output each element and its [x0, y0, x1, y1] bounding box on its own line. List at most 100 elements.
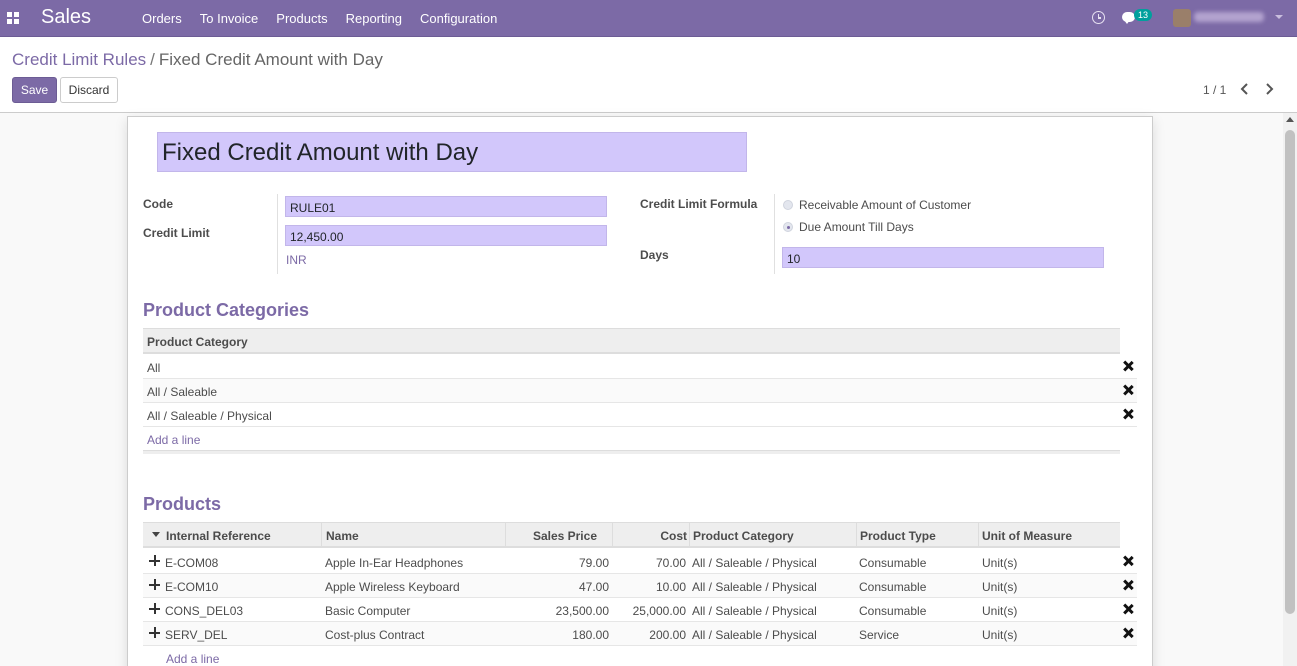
column-header-product-category[interactable]: Product Category: [147, 335, 248, 349]
column-header-unit-of-measure[interactable]: Unit of Measure: [982, 529, 1072, 543]
menu-item-to-invoice[interactable]: To Invoice: [200, 11, 259, 26]
radio-due-amount-checked[interactable]: [783, 222, 793, 232]
products-add-line-link[interactable]: Add a line: [166, 652, 219, 666]
delete-row-icon[interactable]: [1123, 409, 1133, 419]
delete-row-icon[interactable]: [1123, 361, 1133, 371]
product-sales-price: 47.00: [578, 580, 609, 594]
breadcrumb-parent-link[interactable]: Credit Limit Rules: [12, 50, 146, 69]
days-input[interactable]: 10: [782, 247, 1104, 268]
product-name: Cost-plus Contract: [325, 628, 425, 642]
save-button[interactable]: Save: [12, 77, 57, 103]
product-row[interactable]: E-COM10 Apple Wireless Keyboard 47.00 10…: [143, 574, 1137, 598]
app-name[interactable]: Sales: [41, 6, 91, 29]
product-name: Apple Wireless Keyboard: [325, 580, 460, 594]
column-separator: [689, 523, 690, 547]
breadcrumb: Credit Limit Rules / Fixed Credit Amount w…: [12, 50, 383, 70]
drag-handle-icon[interactable]: [149, 603, 160, 614]
drag-handle-icon[interactable]: [149, 579, 160, 590]
activity-clock-icon[interactable]: [1092, 11, 1105, 24]
product-sales-price: 23,500.00: [555, 604, 609, 618]
column-header-name[interactable]: Name: [326, 529, 359, 543]
product-row[interactable]: CONS_DEL03 Basic Computer 23,500.00 25,0…: [143, 598, 1137, 622]
code-input[interactable]: RULE01: [285, 196, 607, 217]
user-avatar[interactable]: [1173, 9, 1191, 27]
product-category: All / Saleable / Physical: [692, 604, 817, 618]
products-table-header: Internal Reference Name Sales Price Cost…: [143, 522, 1120, 548]
radio-receivable[interactable]: [783, 200, 793, 210]
product-type: Consumable: [859, 604, 927, 618]
delete-row-icon[interactable]: [1123, 556, 1133, 566]
product-cost: 25,000.00: [632, 604, 686, 618]
pager-next-icon[interactable]: [1263, 83, 1275, 95]
product-cost: 70.00: [655, 556, 686, 570]
currency-link[interactable]: INR: [286, 253, 307, 267]
credit-limit-input[interactable]: 12,450.00: [285, 225, 607, 246]
product-uom: Unit(s): [982, 628, 1018, 642]
menu-item-products[interactable]: Products: [276, 11, 327, 26]
discard-button[interactable]: Discard: [60, 77, 118, 103]
column-header-product-category[interactable]: Product Category: [693, 529, 794, 543]
product-category: All / Saleable / Physical: [692, 556, 817, 570]
category-row[interactable]: All / Saleable: [143, 379, 1137, 403]
pager-previous-icon[interactable]: [1239, 83, 1251, 95]
top-navbar: Sales Orders To Invoice Products Reporti…: [0, 0, 1297, 37]
scroll-up-arrow-icon[interactable]: [1286, 117, 1294, 122]
delete-row-icon[interactable]: [1123, 604, 1133, 614]
days-label: Days: [640, 248, 669, 262]
form-scrollbar[interactable]: [1283, 113, 1297, 666]
products-title: Products: [143, 494, 222, 514]
product-category: All / Saleable / Physical: [692, 580, 817, 594]
delete-row-icon[interactable]: [1123, 580, 1133, 590]
column-separator: [856, 523, 857, 547]
rule-name-input[interactable]: Fixed Credit Amount with Day: [157, 132, 747, 172]
product-ref: CONS_DEL03: [165, 604, 244, 618]
scrollbar-thumb[interactable]: [1285, 130, 1295, 614]
drag-handle-icon[interactable]: [149, 555, 160, 566]
category-row[interactable]: All: [143, 355, 1137, 379]
product-ref: SERV_DEL: [165, 628, 228, 642]
main-menu: Orders To Invoice Products Reporting Con…: [142, 11, 515, 26]
product-categories-title: Product Categories: [143, 300, 310, 320]
product-type: Consumable: [859, 580, 927, 594]
breadcrumb-separator: /: [150, 50, 155, 69]
credit-limit-label: Credit Limit: [143, 226, 210, 240]
drag-handle-icon[interactable]: [149, 627, 160, 638]
categories-add-line-link[interactable]: Add a line: [147, 433, 200, 447]
category-row[interactable]: All / Saleable / Physical: [143, 403, 1137, 427]
product-cost: 200.00: [649, 628, 686, 642]
column-separator: [505, 523, 506, 547]
code-label: Code: [143, 197, 173, 211]
categories-table-header: Product Category: [143, 328, 1120, 354]
user-menu-caret-icon[interactable]: [1275, 15, 1283, 19]
column-header-product-type[interactable]: Product Type: [860, 529, 936, 543]
column-header-internal-reference[interactable]: Internal Reference: [166, 529, 271, 543]
product-type: Consumable: [859, 556, 927, 570]
column-header-cost[interactable]: Cost: [660, 529, 687, 543]
product-uom: Unit(s): [982, 580, 1018, 594]
product-name: Basic Computer: [325, 604, 411, 618]
product-row[interactable]: E-COM08 Apple In-Ear Headphones 79.00 70…: [143, 550, 1137, 574]
pager-value[interactable]: 1 / 1: [1203, 83, 1226, 97]
column-separator: [612, 523, 613, 547]
product-sales-price: 79.00: [578, 556, 609, 570]
product-name: Apple In-Ear Headphones: [325, 556, 464, 570]
credit-limit-formula-label: Credit Limit Formula: [640, 197, 758, 211]
column-header-sales-price[interactable]: Sales Price: [533, 529, 597, 543]
menu-item-configuration[interactable]: Configuration: [420, 11, 497, 26]
formula-option-due-amount-label: Due Amount Till Days: [799, 220, 914, 234]
product-row[interactable]: SERV_DEL Cost-plus Contract 180.00 200.0…: [143, 622, 1137, 646]
sort-caret-icon[interactable]: [152, 532, 160, 537]
formula-option-due-amount[interactable]: Due Amount Till Days: [783, 220, 914, 234]
category-name: All / Saleable: [147, 385, 218, 399]
menu-item-reporting[interactable]: Reporting: [346, 11, 402, 26]
apps-menu-icon[interactable]: [7, 12, 19, 24]
delete-row-icon[interactable]: [1123, 628, 1133, 638]
delete-row-icon[interactable]: [1123, 385, 1133, 395]
category-name: All: [147, 361, 161, 375]
formula-option-receivable[interactable]: Receivable Amount of Customer: [783, 198, 971, 212]
field-divider-right: [774, 194, 775, 274]
product-type: Service: [859, 628, 900, 642]
menu-item-orders[interactable]: Orders: [142, 11, 182, 26]
user-menu-name-blurred[interactable]: [1194, 12, 1264, 22]
messages-count-badge: 13: [1134, 9, 1153, 21]
